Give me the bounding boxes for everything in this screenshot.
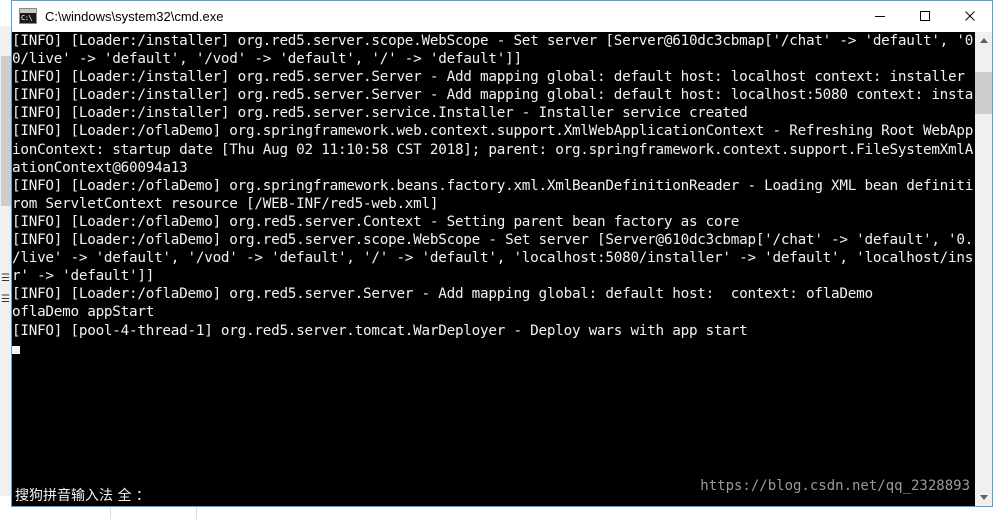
console-line: [INFO] [Loader:/oflaDemo] org.red5.serve…: [12, 232, 974, 249]
console-line: [INFO] [Loader:/installer] org.red5.serv…: [12, 33, 974, 49]
console-line: ationContext@60094a13: [12, 159, 188, 176]
scroll-down-arrow[interactable]: [975, 489, 992, 506]
chevron-down-icon: [979, 495, 988, 500]
minimize-button[interactable]: [857, 1, 902, 31]
console-output[interactable]: [INFO] [Loader:/installer] org.red5.serv…: [12, 32, 974, 506]
ime-status-bar: 搜狗拼音输入法 全 ：: [12, 484, 150, 506]
text-cursor: [12, 345, 20, 354]
window-title: C:\windows\system32\cmd.exe: [45, 8, 224, 24]
strip-divider-2: [196, 507, 197, 519]
ime-status-text: 搜狗拼音输入法 全 ：: [15, 488, 150, 504]
taskbar-strip: [0, 507, 993, 519]
strip-divider-1: [110, 507, 111, 519]
console-line: [INFO] [Loader:/oflaDemo] org.springfram…: [12, 123, 974, 140]
console-line: [INFO] [Loader:/installer] org.red5.serv…: [12, 69, 965, 86]
console-line: rom ServletContext resource [/WEB-INF/re…: [12, 195, 439, 212]
scroll-up-arrow[interactable]: [975, 32, 992, 49]
console-scrollbar[interactable]: [974, 32, 992, 506]
cmd-window: C:\ C:\windows\system32\cmd.exe [INFO] […: [11, 0, 993, 507]
scroll-thumb[interactable]: [975, 72, 992, 114]
background-window-scroll-thumb[interactable]: [1, 56, 11, 206]
screen-root: ☰ ☰ C:\ C:\windows\system32\cmd.exe [INF…: [0, 0, 993, 519]
console-line: r' -> 'default']]: [12, 268, 155, 285]
console-line: [INFO] [Loader:/oflaDemo] org.red5.serve…: [12, 213, 740, 230]
console-line: ionContext: startup date [Thu Aug 02 11:…: [12, 141, 974, 158]
cmd-icon-text: C:\: [21, 14, 33, 22]
console-line: [INFO] [Loader:/oflaDemo] org.springfram…: [12, 177, 974, 194]
console-line: [INFO] [Loader:/installer] org.red5.serv…: [12, 105, 748, 122]
close-button[interactable]: [947, 1, 992, 31]
console-line: [INFO] [pool-4-thread-1] org.red5.server…: [12, 322, 748, 339]
console-line: /live' -> 'default', '/vod' -> 'default'…: [12, 250, 974, 267]
chevron-up-icon: [979, 38, 988, 43]
console-line: [INFO] [Loader:/installer] org.red5.serv…: [12, 87, 974, 104]
console-line: [INFO] [Loader:/oflaDemo] org.red5.serve…: [12, 286, 873, 303]
cmd-icon: C:\: [19, 8, 37, 24]
console-line: 0/live' -> 'default', '/vod' -> 'default…: [12, 51, 522, 68]
window-controls: [857, 1, 992, 31]
console-line: oflaDemo appStart: [12, 304, 155, 321]
console-cursor-line: [12, 340, 974, 358]
maximize-button[interactable]: [902, 1, 947, 31]
console-area: [INFO] [Loader:/installer] org.red5.serv…: [12, 32, 992, 506]
title-bar[interactable]: C:\ C:\windows\system32\cmd.exe: [12, 1, 992, 32]
